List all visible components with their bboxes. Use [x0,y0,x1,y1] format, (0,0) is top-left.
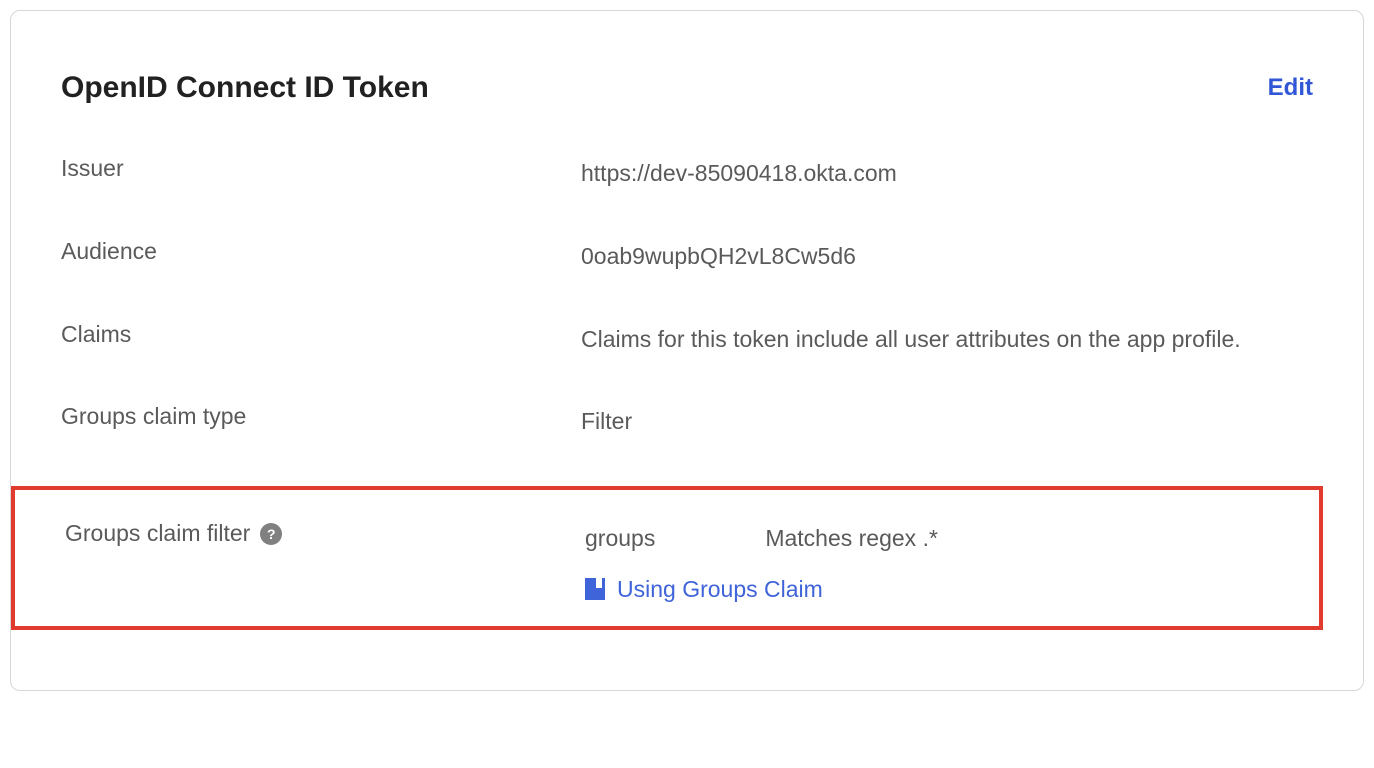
label-audience: Audience [61,238,581,265]
help-icon[interactable]: ? [260,523,282,545]
filter-claim-name: groups [585,520,655,557]
label-groups-claim-type: Groups claim type [61,403,581,430]
using-groups-claim-text: Using Groups Claim [617,571,823,608]
value-groups-claim-type: Filter [581,403,1313,440]
filter-value-row: groups Matches regex .* [585,520,1319,557]
label-groups-claim-filter: Groups claim filter ? [65,520,585,547]
panel-title: OpenID Connect ID Token [61,71,429,105]
filter-match-expression: Matches regex .* [765,520,938,557]
edit-button[interactable]: Edit [1268,74,1313,102]
row-issuer: Issuer https://dev-85090418.okta.com [61,155,1313,192]
row-audience: Audience 0oab9wupbQH2vL8Cw5d6 [61,238,1313,275]
value-groups-claim-filter: groups Matches regex .* Using Groups Cla… [585,520,1319,608]
panel-header: OpenID Connect ID Token Edit [61,71,1313,105]
value-audience: 0oab9wupbQH2vL8Cw5d6 [581,238,1313,275]
using-groups-claim-link[interactable]: Using Groups Claim [585,571,1319,608]
oidc-token-panel: OpenID Connect ID Token Edit Issuer http… [10,10,1364,691]
row-groups-claim-filter: Groups claim filter ? groups Matches reg… [65,520,1319,608]
value-claims: Claims for this token include all user a… [581,321,1313,358]
label-groups-claim-filter-text: Groups claim filter [65,520,250,547]
row-claims: Claims Claims for this token include all… [61,321,1313,358]
value-issuer: https://dev-85090418.okta.com [581,155,1313,192]
label-claims: Claims [61,321,581,348]
row-groups-claim-type: Groups claim type Filter [61,403,1313,440]
label-issuer: Issuer [61,155,581,182]
book-icon [585,578,605,600]
highlight-annotation: Groups claim filter ? groups Matches reg… [11,486,1323,630]
